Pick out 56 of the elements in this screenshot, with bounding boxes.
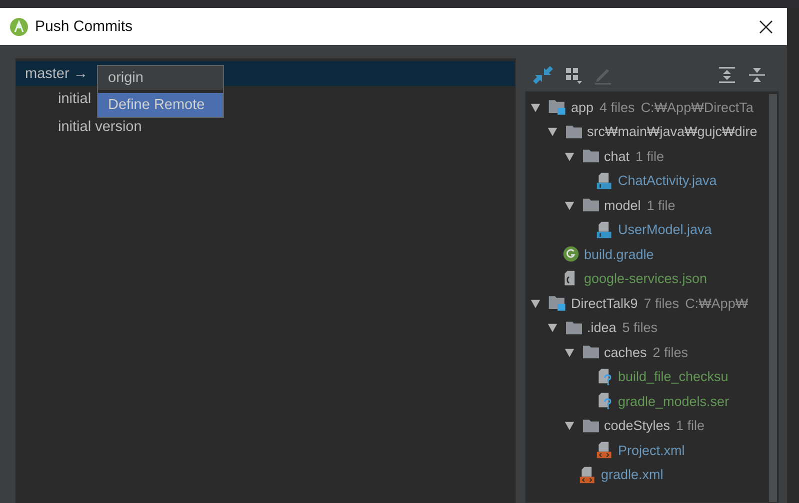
tree-item-name[interactable]: .idea xyxy=(587,320,616,336)
expand-all-icon[interactable] xyxy=(717,64,737,84)
unknown-file-icon xyxy=(596,392,614,410)
folder-icon xyxy=(582,344,600,360)
tree-item-name[interactable]: src₩main₩java₩gujc₩dire xyxy=(587,124,758,140)
tree-item-name[interactable]: gradle.xml xyxy=(601,467,664,482)
expand-triangle-icon[interactable] xyxy=(564,200,575,211)
module-folder-icon xyxy=(548,98,567,116)
tree-item-name[interactable]: google-services.json xyxy=(584,271,708,286)
tree-item-name[interactable]: build.gradle xyxy=(584,246,654,262)
file-count: 1 file xyxy=(646,198,676,213)
file-count: 4 files xyxy=(600,100,635,115)
commit-message[interactable]: initial xyxy=(16,86,92,112)
file-count: 1 file xyxy=(676,418,705,434)
tree-item-name[interactable]: build_file_checksu xyxy=(618,369,728,384)
gradle-file-icon xyxy=(562,245,580,264)
file-count: 7 files xyxy=(644,296,680,311)
expand-triangle-icon[interactable] xyxy=(564,150,575,162)
tree-item-name[interactable]: chat xyxy=(604,148,630,164)
folder-icon xyxy=(582,418,600,434)
expand-triangle-icon[interactable] xyxy=(530,298,541,309)
file-count: 2 files xyxy=(652,344,688,360)
tree-item-name[interactable]: model xyxy=(604,198,641,213)
java-file-icon xyxy=(596,172,614,190)
module-folder-icon xyxy=(548,294,567,312)
window-title: Push Commits xyxy=(35,18,134,35)
expand-triangle-icon[interactable] xyxy=(530,102,541,113)
xml-file-icon xyxy=(579,466,597,484)
expand-triangle-icon[interactable] xyxy=(564,420,575,432)
tree-item-name[interactable]: app xyxy=(571,100,594,115)
folder-path: C:₩App₩ xyxy=(685,296,748,311)
branch-label: master → xyxy=(25,66,88,82)
java-file-icon xyxy=(596,220,614,239)
android-icon xyxy=(10,18,28,36)
scrollbar[interactable] xyxy=(769,94,777,502)
file-count: 1 file xyxy=(636,148,664,164)
file-count: 5 files xyxy=(622,320,658,336)
close-icon[interactable] xyxy=(759,20,773,34)
arrows-icon[interactable] xyxy=(533,64,553,84)
unknown-file-icon xyxy=(596,368,614,386)
expand-triangle-icon[interactable] xyxy=(547,126,558,138)
tree-item-name[interactable]: gradle_models.ser xyxy=(618,394,730,409)
tree-item-name[interactable]: caches xyxy=(604,344,647,360)
folder-icon xyxy=(565,124,583,140)
tree-item-name[interactable]: UserModel.java xyxy=(618,222,712,238)
tree-item-name[interactable]: DirectTalk9 xyxy=(571,296,638,311)
folder-path: C:₩App₩DirectTa xyxy=(640,100,754,115)
expand-triangle-icon[interactable] xyxy=(564,346,575,358)
folder-icon xyxy=(582,197,600,214)
xml-file-icon xyxy=(596,441,614,460)
expand-triangle-icon[interactable] xyxy=(547,322,558,334)
folder-icon xyxy=(582,148,600,164)
tree-item-name[interactable]: codeStyles xyxy=(604,418,670,434)
tree-item-name[interactable]: Project.xml xyxy=(618,442,685,458)
folder-icon xyxy=(565,320,583,336)
tree-item-name[interactable]: ChatActivity.java xyxy=(618,173,717,188)
